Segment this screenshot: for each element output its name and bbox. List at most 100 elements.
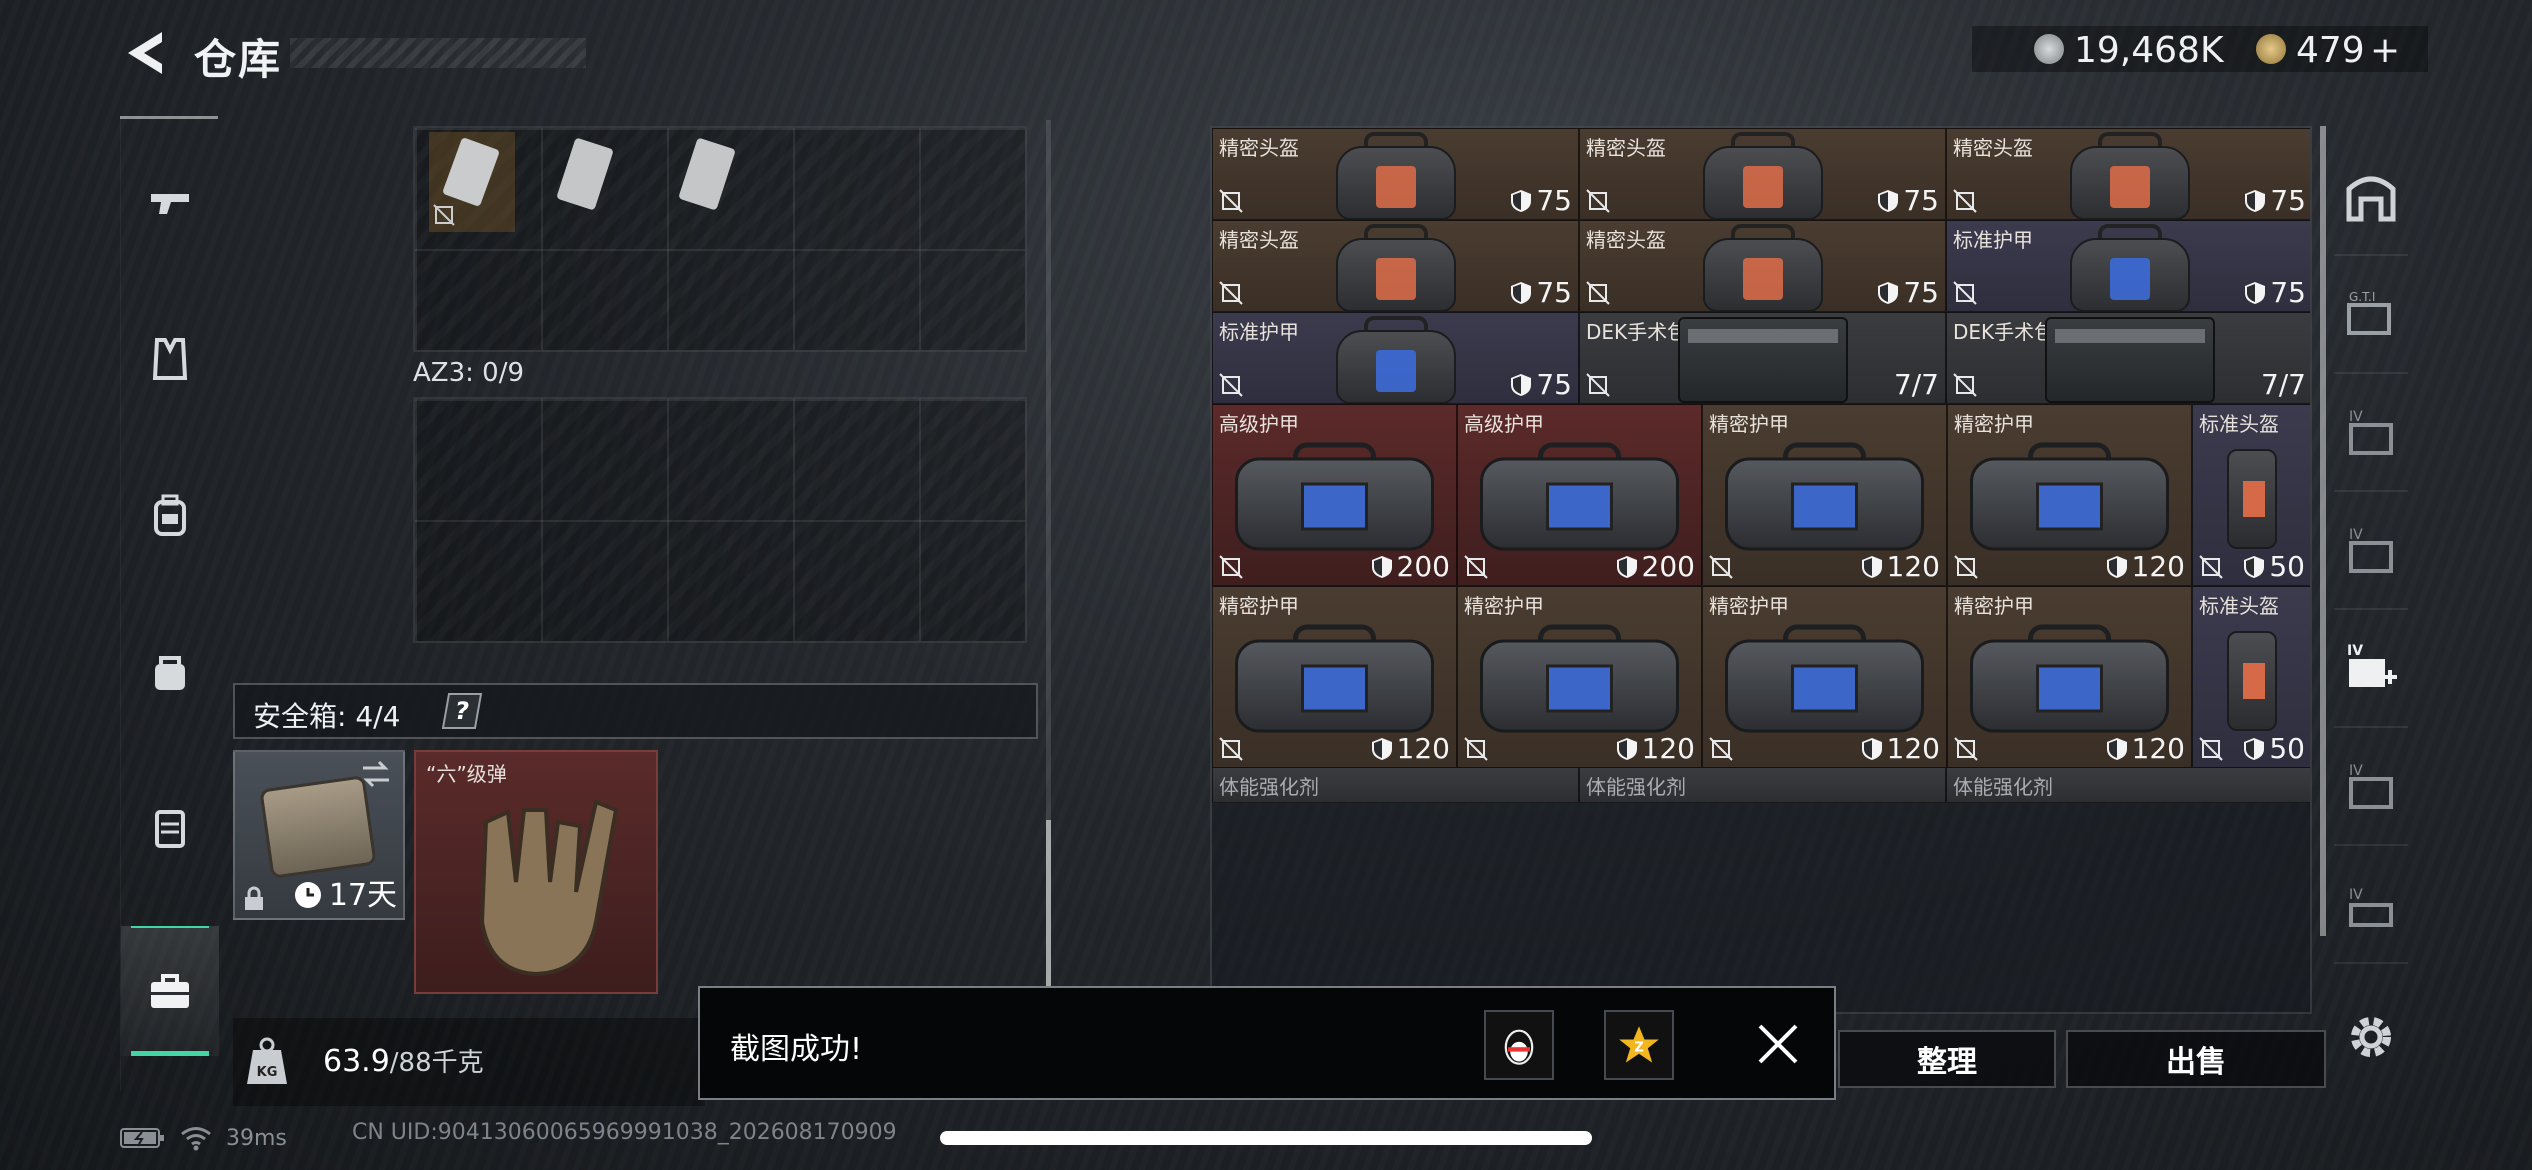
- hand-sign-item-icon: [479, 799, 619, 977]
- share-qq-button[interactable]: [1484, 1010, 1554, 1080]
- rnav-storage-home[interactable]: [2334, 140, 2408, 256]
- rnav-iv-4[interactable]: IV: [2334, 848, 2408, 964]
- inventory-item[interactable]: 精密护甲 120: [1702, 586, 1947, 768]
- item-value: 75: [2244, 184, 2306, 217]
- item-value: 50: [2243, 732, 2305, 765]
- right-nav: G.T.I IV IV IV IV IV: [2334, 140, 2408, 1000]
- inventory-item[interactable]: 体能强化剂: [1212, 767, 1579, 803]
- pouch-icon: [155, 656, 185, 690]
- item-value: 120: [1861, 550, 1940, 583]
- storage-inventory-grid[interactable]: 精密头盔 75 精密头盔 75 精密头盔 75 精密头盔 75 精密头盔 75 标准护甲 75 标准护甲…: [1210, 126, 2312, 1014]
- nav-pouch[interactable]: [121, 606, 219, 736]
- item-name: 高级护甲: [1464, 412, 1544, 436]
- helmet-icon: [1326, 221, 1466, 311]
- safe-box-header: 安全箱: 4/4 ?: [233, 683, 1038, 739]
- vest-icon: [152, 338, 188, 380]
- svg-text:IV: IV: [2349, 527, 2363, 543]
- inventory-item[interactable]: 精密头盔 75: [1579, 220, 1946, 312]
- swap-icon[interactable]: [359, 760, 393, 788]
- rnav-iv-1[interactable]: IV: [2334, 376, 2408, 492]
- inventory-item[interactable]: 标准护甲 75: [1946, 220, 2310, 312]
- item-value: 120: [2106, 732, 2185, 765]
- armor-icon: [2060, 221, 2200, 311]
- keycard-item-slot[interactable]: [429, 132, 515, 232]
- inventory-item[interactable]: 精密护甲 120: [1212, 586, 1457, 768]
- back-arrow-icon[interactable]: [118, 26, 168, 80]
- armor-icon: [1721, 624, 1929, 737]
- no-trade-icon: [1219, 189, 1243, 213]
- item-name: 标准护甲: [1953, 228, 2033, 252]
- rnav-iv-2[interactable]: IV: [2334, 494, 2408, 610]
- inventory-item[interactable]: 精密头盔 75: [1946, 128, 2310, 220]
- durability-shield-icon: [2245, 281, 2266, 304]
- item-value-text: 120: [2131, 732, 2185, 765]
- item-name: 高级护甲: [1219, 412, 1299, 436]
- item-name: 体能强化剂: [1586, 775, 1686, 799]
- battery-charging-icon: [120, 1128, 164, 1148]
- nav-backpack[interactable]: [121, 450, 219, 580]
- keycard-icon: [441, 136, 501, 208]
- no-trade-icon: [2199, 737, 2223, 761]
- item-value-text: 200: [1641, 550, 1695, 583]
- durability-shield-icon: [2244, 555, 2265, 578]
- sell-button[interactable]: 出售: [2066, 1030, 2326, 1088]
- inventory-scrollbar[interactable]: [2320, 126, 2326, 936]
- inventory-item[interactable]: DEK手术包 7/7: [1579, 312, 1946, 404]
- ammo-item-slot[interactable]: “六”级弹: [414, 750, 658, 994]
- no-trade-icon: [1464, 555, 1488, 579]
- inventory-item[interactable]: 高级护甲 200: [1457, 404, 1702, 586]
- no-trade-icon: [1464, 737, 1488, 761]
- item-name: 精密护甲: [1709, 594, 1789, 618]
- share-qzone-button[interactable]: Z: [1604, 1010, 1674, 1080]
- settings-gear-icon[interactable]: [2344, 1010, 2398, 1064]
- container-grid-az3[interactable]: [413, 397, 1027, 643]
- help-button[interactable]: ?: [441, 693, 483, 729]
- item-value: 75: [2244, 276, 2306, 309]
- folder-iv-icon: IV: [2349, 887, 2393, 927]
- weight-bar: KG 63.9/88千克: [233, 1018, 705, 1106]
- currency-1-value: 19,468K: [2074, 30, 2224, 71]
- inventory-item[interactable]: 标准头盔 50: [2192, 404, 2310, 586]
- currency-add-button[interactable]: +: [2370, 30, 2400, 71]
- inventory-item[interactable]: 精密护甲 120: [1947, 586, 2192, 768]
- qq-penguin-icon: [1504, 1029, 1534, 1065]
- inventory-item[interactable]: 精密护甲 120: [1702, 404, 1947, 586]
- rnav-iv-3[interactable]: IV: [2334, 730, 2408, 846]
- inventory-item[interactable]: 精密护甲 120: [1457, 586, 1702, 768]
- left-scrollbar-thumb[interactable]: [1046, 820, 1051, 990]
- rnav-gti[interactable]: G.T.I: [2334, 258, 2408, 374]
- rnav-iv-medkit[interactable]: IV: [2334, 612, 2408, 728]
- tidy-button[interactable]: 整理: [1838, 1030, 2056, 1088]
- nav-armor[interactable]: [121, 294, 219, 424]
- weight-kg-icon: KG: [247, 1037, 287, 1084]
- inventory-item[interactable]: 标准护甲 75: [1212, 312, 1579, 404]
- nav-case[interactable]: [121, 762, 219, 892]
- item-value-text: 120: [1886, 732, 1940, 765]
- item-name: 精密护甲: [1954, 412, 2034, 436]
- inventory-item[interactable]: 精密头盔 75: [1212, 128, 1579, 220]
- helmet-icon: [2227, 448, 2277, 549]
- close-icon[interactable]: [1752, 1018, 1804, 1070]
- silver-coin-icon: [2034, 34, 2064, 64]
- item-value: 75: [1510, 276, 1572, 309]
- safe-box-slot[interactable]: 17天: [233, 750, 405, 920]
- durability-shield-icon: [1371, 737, 1392, 760]
- item-value-text: 120: [2131, 550, 2185, 583]
- inventory-item[interactable]: 高级护甲 200: [1212, 404, 1457, 586]
- item-value-text: 75: [1903, 184, 1939, 217]
- inventory-item[interactable]: DEK手术包 7/7: [1946, 312, 2310, 404]
- status-bar: 39ms: [120, 1120, 287, 1156]
- inventory-item[interactable]: 体能强化剂: [1946, 767, 2310, 803]
- armor-icon: [1966, 624, 2174, 737]
- inventory-item[interactable]: 精密头盔 75: [1212, 220, 1579, 312]
- folder-iv-icon: IV: [2349, 409, 2393, 455]
- inventory-item[interactable]: 标准头盔 50: [2192, 586, 2310, 768]
- svg-text:IV: IV: [2349, 409, 2363, 425]
- nav-storage[interactable]: [121, 926, 219, 1056]
- inventory-item[interactable]: 体能强化剂: [1579, 767, 1946, 803]
- toolbox-icon: [151, 974, 189, 1008]
- home-indicator[interactable]: [940, 1131, 1592, 1145]
- nav-weapons[interactable]: [121, 138, 219, 268]
- inventory-item[interactable]: 精密护甲 120: [1947, 404, 2192, 586]
- inventory-item[interactable]: 精密头盔 75: [1579, 128, 1946, 220]
